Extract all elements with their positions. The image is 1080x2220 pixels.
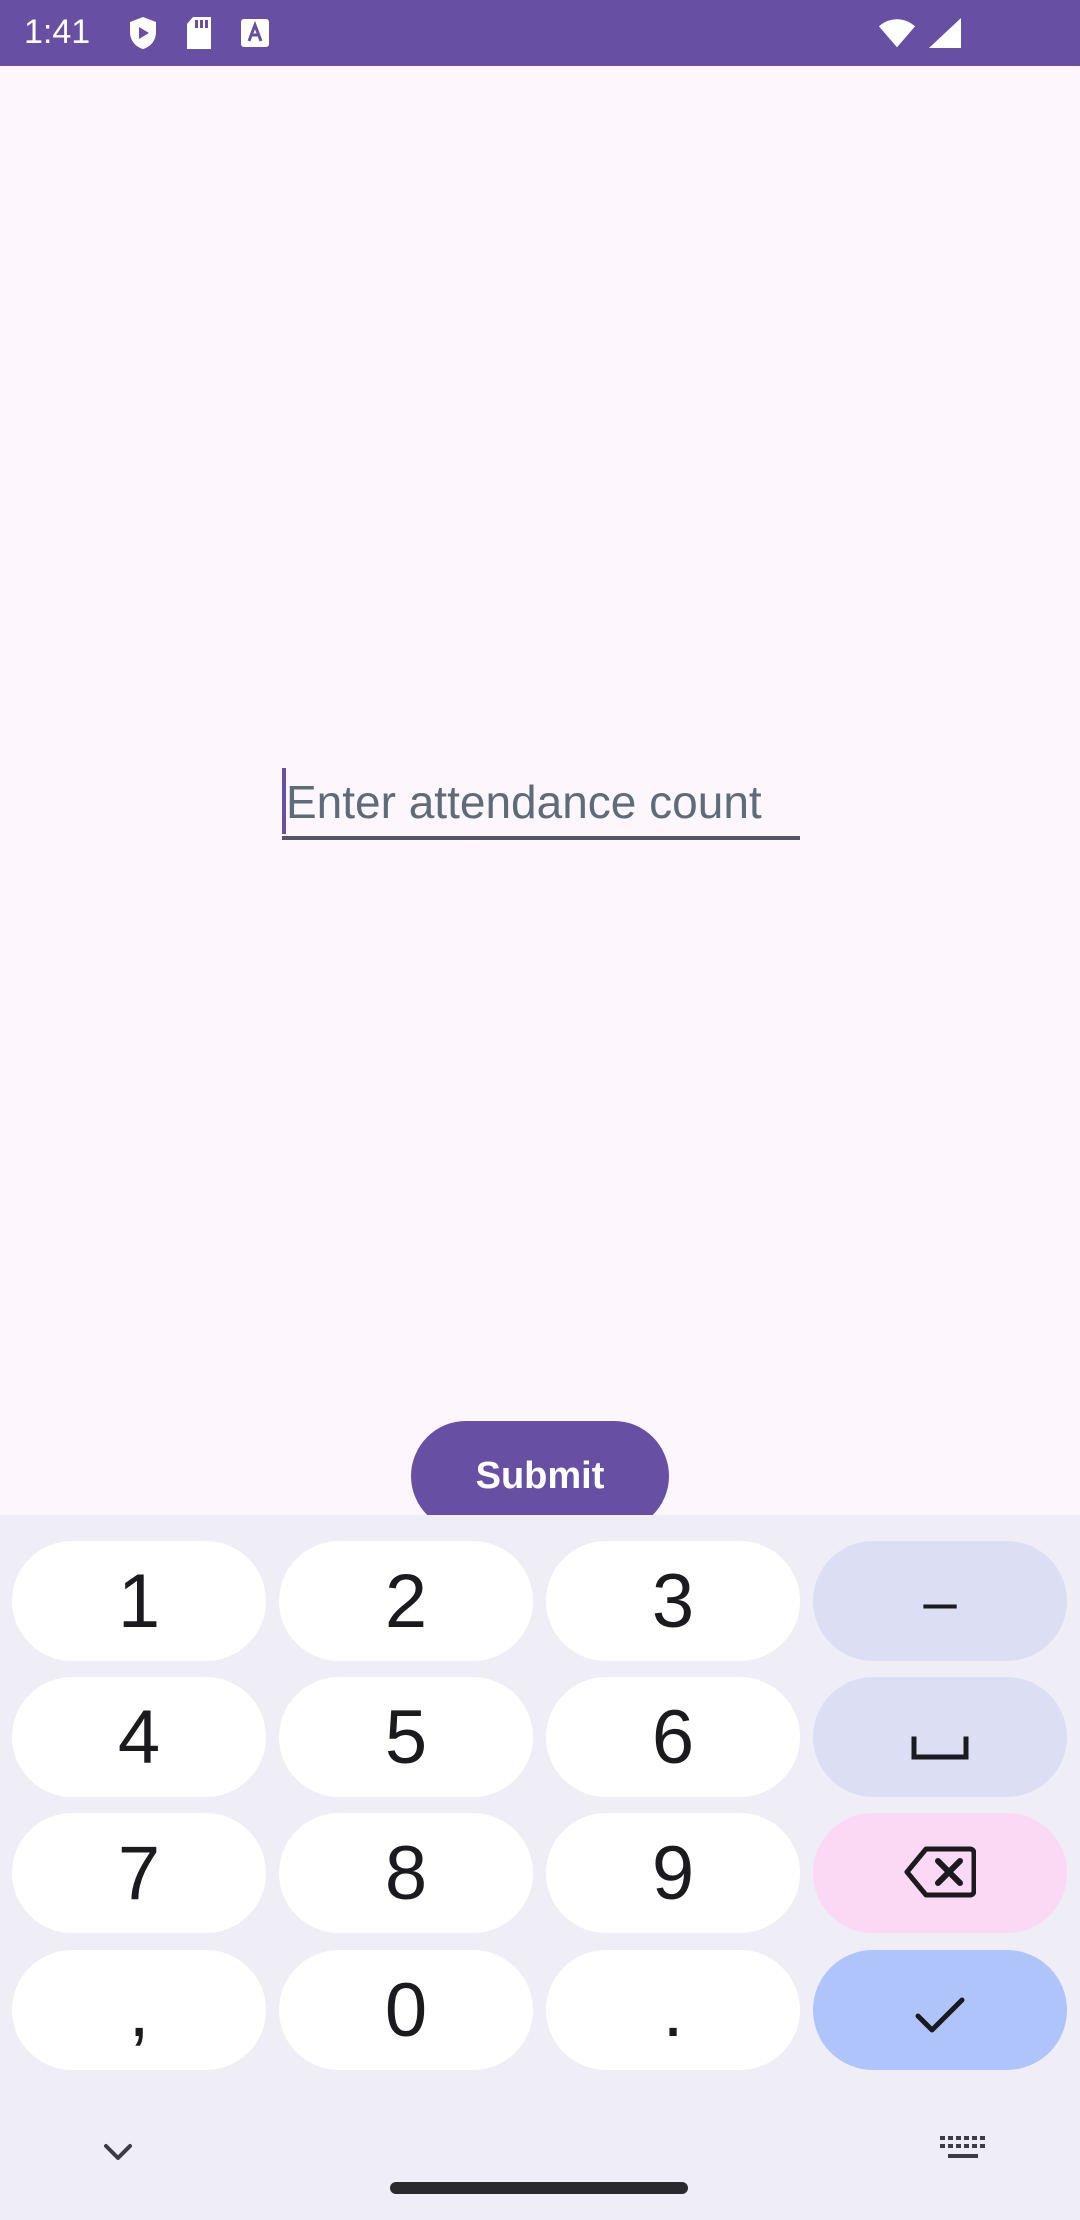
key-9[interactable]: 9 xyxy=(546,1813,800,1933)
shield-icon xyxy=(124,14,162,52)
status-bar: 1:41 xyxy=(0,0,1080,66)
key-1[interactable]: 1 xyxy=(12,1541,266,1661)
status-notification-icons xyxy=(124,14,274,52)
key-dash[interactable]: – xyxy=(813,1541,1067,1661)
key-comma[interactable]: , xyxy=(12,1950,266,2070)
cell-signal-icon xyxy=(926,14,964,52)
main-content xyxy=(0,66,1080,1516)
key-period[interactable]: . xyxy=(546,1950,800,2070)
key-2[interactable]: 2 xyxy=(279,1541,533,1661)
key-7[interactable]: 7 xyxy=(12,1813,266,1933)
key-0[interactable]: 0 xyxy=(279,1950,533,2070)
numeric-keyboard: 1 2 3 – 4 5 6 7 8 9 , 0 . xyxy=(0,1515,1080,2220)
keyboard-switch-icon[interactable] xyxy=(938,2132,988,2168)
key-space[interactable] xyxy=(813,1677,1067,1797)
checkmark-icon xyxy=(912,1967,968,2054)
attendance-count-input[interactable] xyxy=(282,768,800,840)
text-cursor xyxy=(282,768,286,834)
key-6[interactable]: 6 xyxy=(546,1677,800,1797)
attendance-field[interactable] xyxy=(282,698,800,848)
sd-card-icon xyxy=(180,14,218,52)
key-done[interactable] xyxy=(813,1950,1067,2070)
hide-keyboard-chevron-down-icon[interactable] xyxy=(96,2130,140,2174)
key-8[interactable]: 8 xyxy=(279,1813,533,1933)
space-icon xyxy=(910,1694,970,1781)
gesture-home-bar[interactable] xyxy=(390,2182,688,2194)
status-time: 1:41 xyxy=(24,13,91,51)
backspace-icon xyxy=(904,1830,977,1917)
wifi-icon xyxy=(878,14,916,52)
status-system-icons xyxy=(878,14,964,52)
key-3[interactable]: 3 xyxy=(546,1541,800,1661)
key-backspace[interactable] xyxy=(813,1813,1067,1933)
text-a-icon xyxy=(236,14,274,52)
key-5[interactable]: 5 xyxy=(279,1677,533,1797)
key-4[interactable]: 4 xyxy=(12,1677,266,1797)
